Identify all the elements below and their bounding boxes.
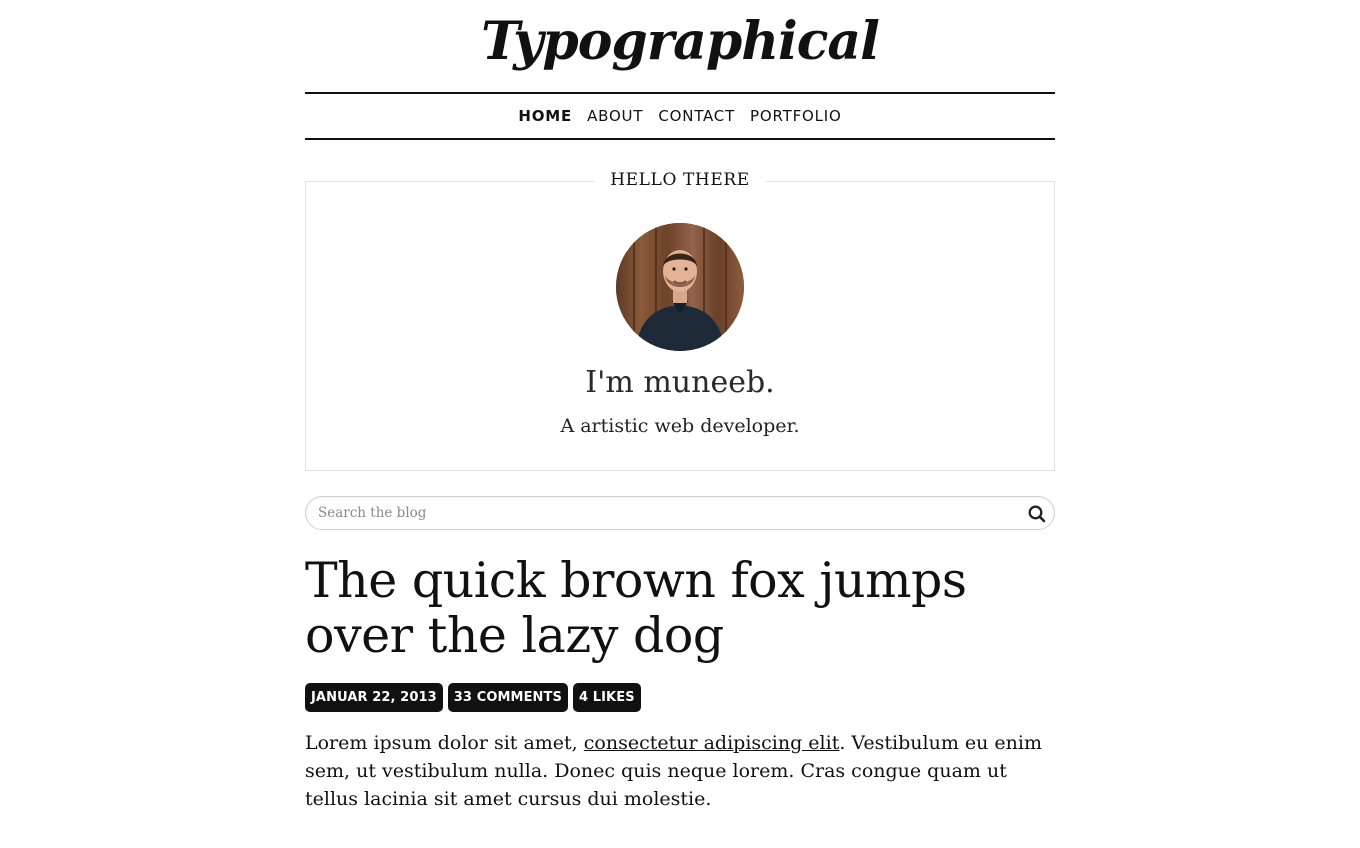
avatar (616, 223, 744, 351)
post-body-text-start: Lorem ipsum dolor sit amet, (305, 732, 584, 754)
post-title[interactable]: The quick brown fox jumps over the lazy … (305, 553, 1055, 663)
author-name: I'm muneeb. (585, 365, 775, 400)
nav-item-about[interactable]: ABOUT (580, 107, 651, 125)
search-input[interactable] (306, 497, 1020, 529)
about-heading: HELLO THERE (594, 170, 766, 190)
search-icon[interactable] (1027, 504, 1047, 524)
post-meta: JANUAR 22, 2013 33 COMMENTS 4 LIKES (305, 683, 1055, 712)
post-excerpt: Lorem ipsum dolor sit amet, consectetur … (305, 729, 1055, 813)
post-date-badge[interactable]: JANUAR 22, 2013 (305, 683, 443, 712)
author-tagline: A artistic web developer. (560, 415, 800, 437)
post-comments-badge[interactable]: 33 COMMENTS (447, 683, 568, 712)
post-body-link[interactable]: consectetur adipiscing elit (584, 732, 840, 754)
post-likes-badge[interactable]: 4 LIKES (572, 683, 641, 712)
nav-item-home[interactable]: HOME (511, 107, 580, 125)
search-box (305, 496, 1055, 530)
page-container: Typographical HOME ABOUT CONTACT PORTFOL… (305, 0, 1055, 813)
site-logo[interactable]: Typographical (305, 0, 1055, 90)
nav-item-portfolio[interactable]: PORTFOLIO (743, 107, 850, 125)
nav-item-contact[interactable]: CONTACT (651, 107, 743, 125)
about-widget: HELLO THERE I'm muneeb. A artistic web d… (305, 170, 1055, 471)
main-nav: HOME ABOUT CONTACT PORTFOLIO (305, 92, 1055, 140)
avatar-image (616, 223, 744, 351)
blog-post: The quick brown fox jumps over the lazy … (305, 553, 1055, 813)
